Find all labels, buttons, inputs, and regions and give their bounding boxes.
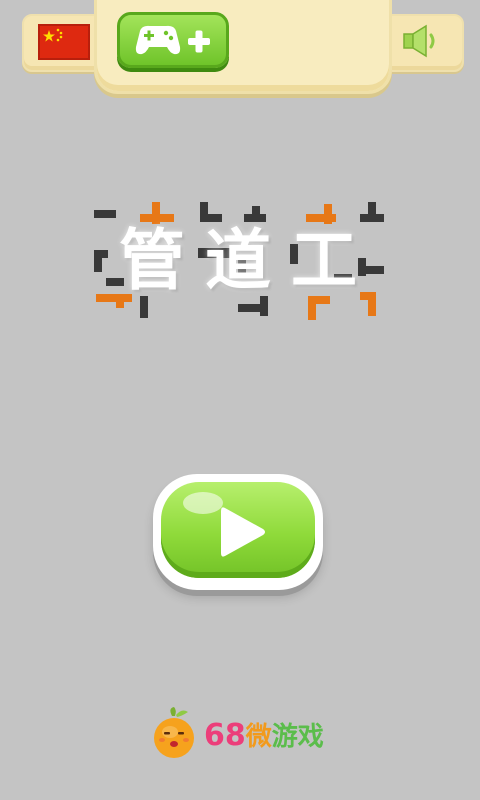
brand-word-game: 游戏 (271, 722, 324, 752)
game-title: 管道工 (119, 222, 377, 299)
brand-logo: 68微游戏 (150, 706, 340, 766)
game-center-button[interactable] (117, 12, 229, 68)
play-triangle-icon (221, 507, 265, 557)
orange-mascot-icon (154, 707, 194, 758)
title-logo: 管道工 (88, 196, 394, 326)
language-button[interactable] (38, 24, 90, 60)
play-button-face (161, 482, 315, 578)
sound-button[interactable] (396, 22, 444, 62)
china-flag-icon (40, 26, 88, 58)
speaker-on-icon (403, 24, 435, 58)
game-screen: 管道工 68微游戏 (0, 0, 480, 800)
gamepad-plus-icon (135, 25, 210, 55)
brand-name: 68微游戏 (204, 716, 324, 757)
play-button[interactable] (153, 474, 323, 590)
brand-number: 68 (204, 718, 246, 753)
brand-word-micro: 微 (245, 722, 272, 752)
